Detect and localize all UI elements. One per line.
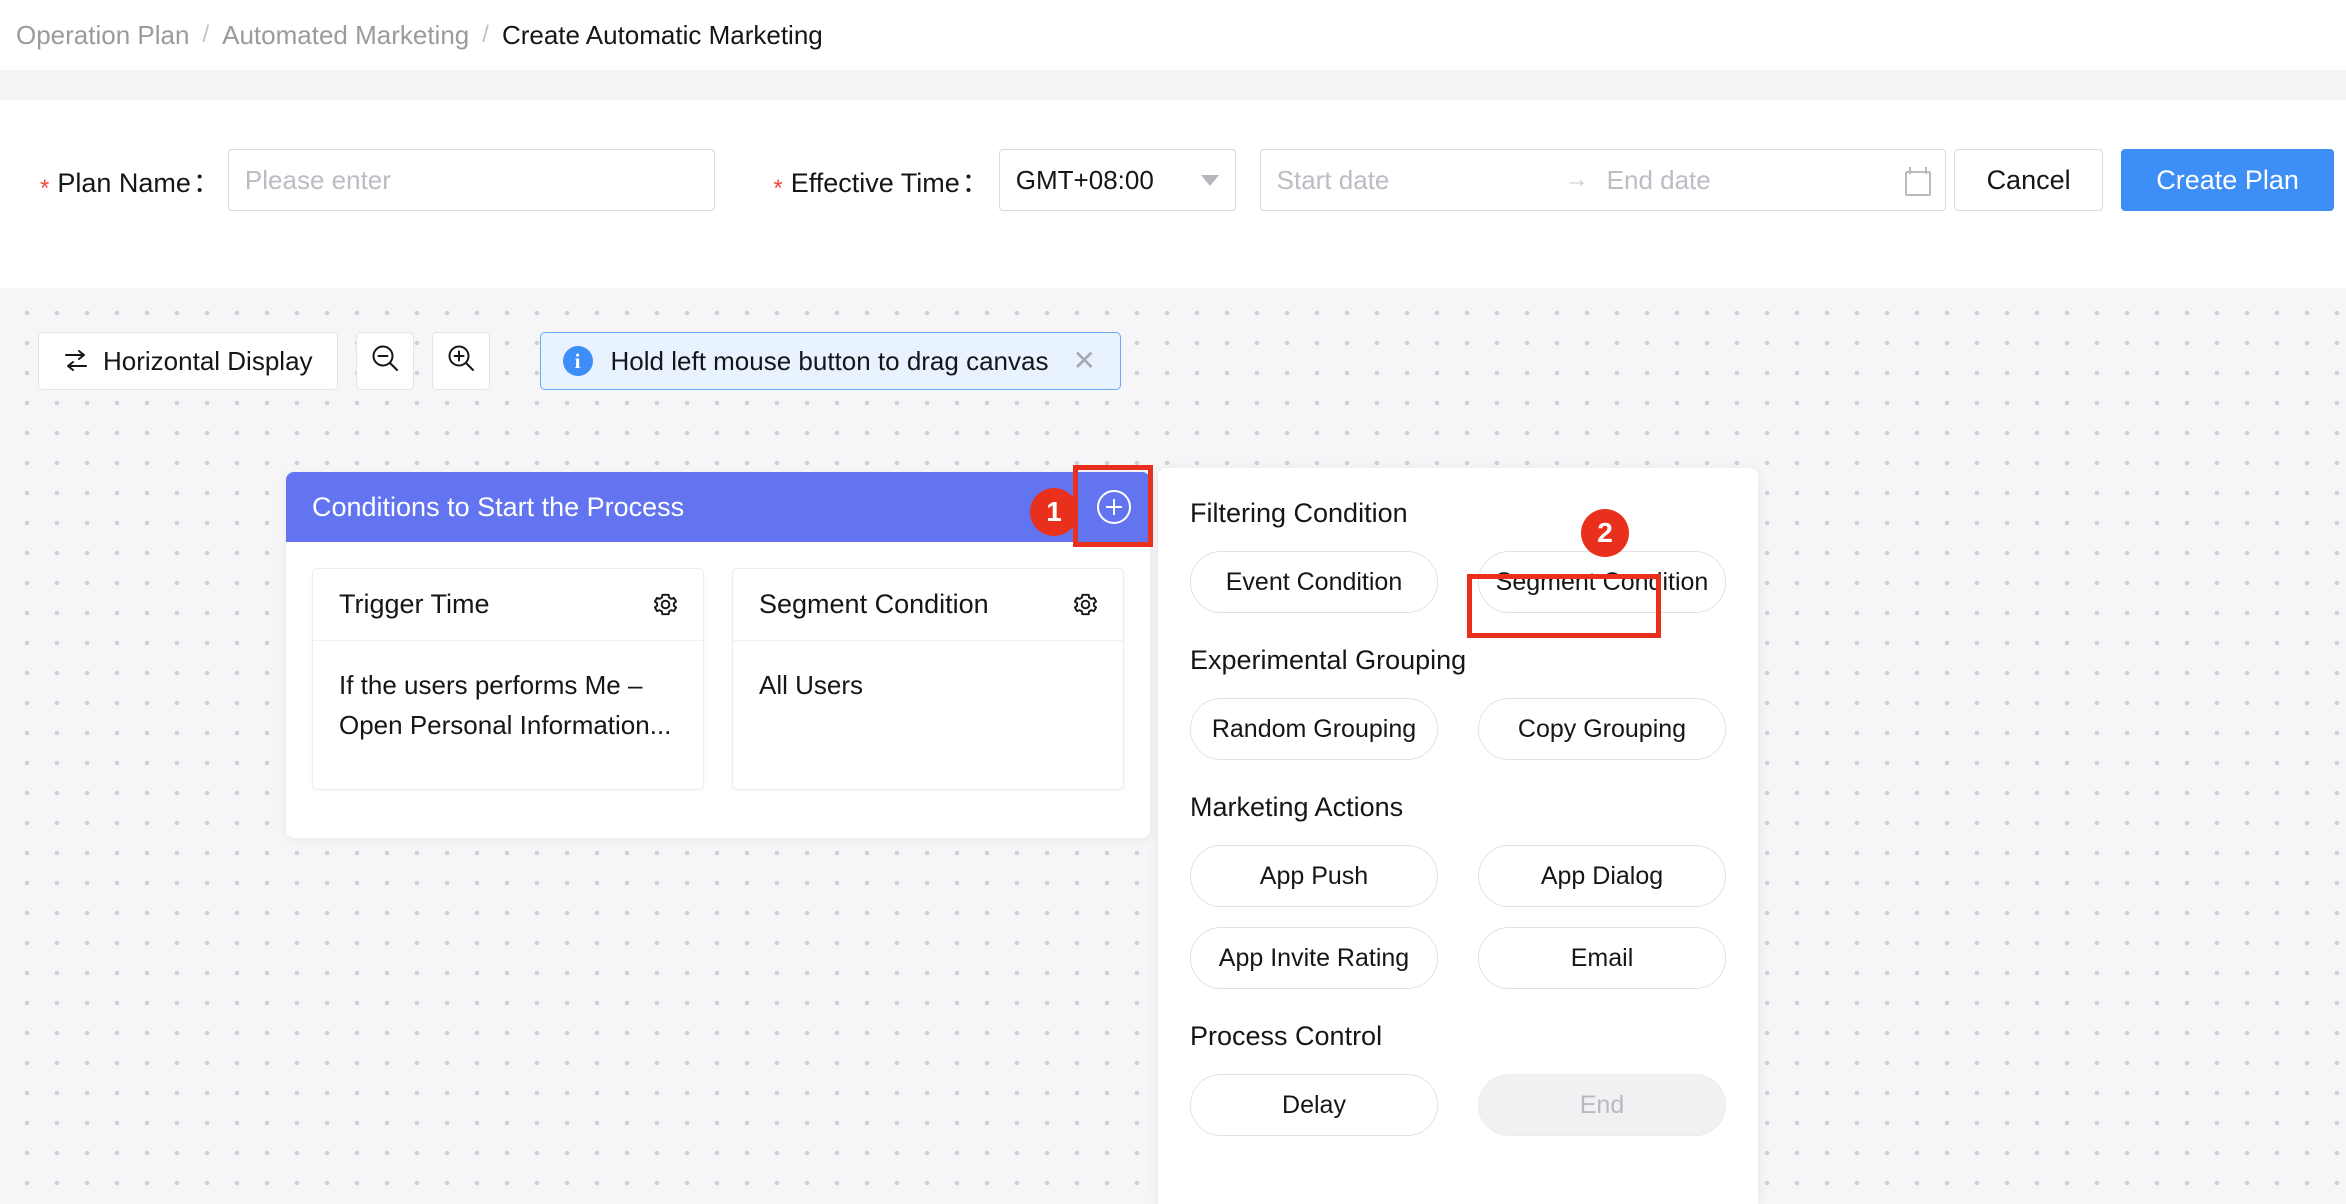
canvas-hint-banner: i Hold left mouse button to drag canvas …: [539, 332, 1121, 390]
flow-node-start-conditions[interactable]: Conditions to Start the Process Trigger …: [286, 472, 1150, 838]
canvas-toolbar: Horizontal Display i Hold left mouse but…: [38, 332, 1121, 390]
breadcrumb-divider-gap: [0, 70, 2346, 100]
sub-card-header: Segment Condition: [733, 569, 1123, 641]
sub-card-title-trigger-time: Trigger Time: [339, 589, 490, 619]
effective-time-label-colon: ：: [961, 167, 989, 198]
breadcrumb-separator: /: [202, 21, 210, 48]
effective-time-label-text: Effective Time: [790, 167, 960, 198]
sub-card-header: Trigger Time: [313, 569, 703, 641]
chip-segment-condition[interactable]: Segment Condition: [1478, 551, 1726, 613]
plan-name-input[interactable]: [227, 149, 716, 211]
plan-name-label-text: Plan Name: [57, 167, 191, 198]
sub-card-trigger-time[interactable]: Trigger Time If the users performs Me – …: [312, 568, 704, 790]
chip-email[interactable]: Email: [1478, 927, 1726, 989]
flow-node-header: Conditions to Start the Process: [286, 472, 1150, 542]
plan-name-label-colon: ：: [192, 167, 220, 198]
date-range-picker[interactable]: Start date → End date: [1259, 149, 1946, 211]
annotation-badge-step-2: 2: [1581, 509, 1629, 557]
chip-end: End: [1478, 1074, 1726, 1136]
node-type-panel: Filtering Condition Event Condition Segm…: [1158, 468, 1758, 1204]
required-asterisk: *: [773, 174, 783, 202]
end-date-input[interactable]: End date: [1607, 165, 1905, 196]
timezone-select[interactable]: GMT+08:00: [998, 149, 1236, 211]
sub-card-body-trigger-time: If the users performs Me – Open Personal…: [339, 670, 672, 741]
canvas-hint-text: Hold left mouse button to drag canvas: [610, 345, 1049, 376]
flow-node-title: Conditions to Start the Process: [312, 491, 685, 522]
required-asterisk: *: [40, 174, 50, 202]
breadcrumb-item-automated-marketing[interactable]: Automated Marketing: [222, 20, 469, 51]
panel-section-title-experimental-grouping: Experimental Grouping: [1190, 645, 1467, 675]
gear-icon[interactable]: [1072, 591, 1099, 618]
flow-canvas[interactable]: Horizontal Display i Hold left mouse but…: [0, 288, 2346, 1204]
chevron-down-icon: [1200, 174, 1219, 186]
chip-row: Random Grouping Copy Grouping: [1190, 698, 1726, 760]
zoom-out-icon: [369, 342, 401, 381]
horizontal-display-button[interactable]: Horizontal Display: [38, 332, 338, 390]
annotation-badge-step-1: 1: [1030, 488, 1078, 536]
flow-node-body: Trigger Time If the users performs Me – …: [286, 542, 1150, 838]
horizontal-display-label: Horizontal Display: [103, 345, 313, 376]
sub-card-title-segment-condition: Segment Condition: [759, 589, 989, 619]
panel-section-title-marketing-actions: Marketing Actions: [1190, 792, 1404, 822]
calendar-icon: [1905, 167, 1931, 196]
chip-app-push[interactable]: App Push: [1190, 845, 1438, 907]
create-plan-button[interactable]: Create Plan: [2121, 149, 2334, 211]
zoom-out-button[interactable]: [355, 332, 414, 390]
panel-section-marketing-actions: Marketing Actions App Push App Dialog Ap…: [1190, 792, 1726, 989]
chip-app-invite-rating[interactable]: App Invite Rating: [1190, 927, 1438, 989]
zoom-in-icon: [445, 342, 477, 381]
start-date-input[interactable]: Start date: [1277, 165, 1547, 196]
timezone-select-value: GMT+08:00: [1015, 164, 1154, 195]
chip-delay[interactable]: Delay: [1190, 1074, 1438, 1136]
effective-time-label: * Effective Time ：: [773, 161, 989, 202]
node-add-button[interactable]: [1078, 472, 1150, 542]
chip-copy-grouping[interactable]: Copy Grouping: [1478, 698, 1726, 760]
plan-form-card: * Plan Name ： * Effective Time ： GMT+08:…: [12, 100, 2334, 260]
plan-name-label: * Plan Name ：: [40, 161, 220, 202]
panel-section-filtering-condition: Filtering Condition Event Condition Segm…: [1190, 498, 1726, 613]
panel-section-title-process-control: Process Control: [1190, 1021, 1383, 1051]
breadcrumb: Operation Plan / Automated Marketing / C…: [0, 0, 2346, 70]
sub-card-body-segment-condition: All Users: [759, 670, 864, 700]
chip-row: Event Condition Segment Condition: [1190, 551, 1726, 613]
panel-section-process-control: Process Control Delay End: [1190, 1021, 1726, 1136]
plus-circle-icon: [1097, 490, 1131, 524]
chip-row: App Invite Rating Email: [1190, 927, 1726, 989]
swap-layout-icon: [63, 349, 89, 373]
chip-random-grouping[interactable]: Random Grouping: [1190, 698, 1438, 760]
chip-app-dialog[interactable]: App Dialog: [1478, 845, 1726, 907]
breadcrumb-item-create-automatic-marketing: Create Automatic Marketing: [501, 19, 823, 50]
cancel-button[interactable]: Cancel: [1954, 149, 2104, 211]
gear-icon[interactable]: [652, 591, 679, 618]
chip-row: Delay End: [1190, 1074, 1726, 1136]
info-icon: i: [562, 346, 593, 376]
close-icon[interactable]: ✕: [1072, 347, 1095, 375]
chip-row: App Push App Dialog: [1190, 845, 1726, 907]
breadcrumb-separator: /: [482, 21, 489, 48]
sub-card-segment-condition[interactable]: Segment Condition All Users: [732, 568, 1124, 790]
panel-section-title-filtering-condition: Filtering Condition: [1190, 498, 1408, 528]
panel-section-experimental-grouping: Experimental Grouping Random Grouping Co…: [1190, 645, 1726, 760]
date-range-arrow-icon: →: [1564, 166, 1589, 193]
breadcrumb-item-operation-plan[interactable]: Operation Plan: [16, 20, 189, 51]
zoom-in-button[interactable]: [431, 332, 490, 390]
chip-event-condition[interactable]: Event Condition: [1190, 551, 1438, 613]
